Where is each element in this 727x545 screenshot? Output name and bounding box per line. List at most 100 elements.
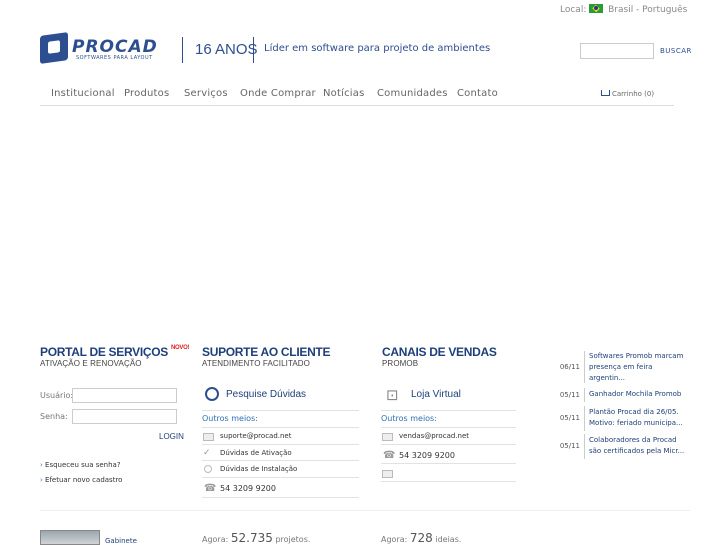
- phone-icon: ☎: [204, 483, 217, 494]
- counter-prefix: Agora:: [381, 535, 408, 544]
- sales-other-label: Outros meios:: [381, 414, 437, 423]
- portal-subtitle: ATIVAÇÃO E RENOVAÇÃO: [40, 359, 142, 368]
- procad-logo[interactable]: PROCAD SOFTWARES PARA LAYOUT: [40, 32, 175, 64]
- divider: [381, 427, 516, 428]
- sales-phone: 54 3209 9200: [399, 451, 455, 460]
- search-doubts-link[interactable]: Pesquise Dúvidas: [226, 389, 306, 400]
- locale-value: Brasil - Português: [608, 5, 688, 15]
- header-divider: [182, 37, 183, 63]
- news-divider: [584, 434, 585, 459]
- gabinete-thumbnail[interactable]: [40, 530, 100, 545]
- news-divider: [584, 351, 585, 383]
- portal-title: PORTAL DE SERVIÇOS NOVO!: [40, 345, 189, 359]
- phone-icon: ☎: [383, 450, 396, 461]
- ideas-count: 728: [409, 531, 433, 545]
- slogan: Líder em software para projeto de ambien…: [264, 43, 491, 54]
- news-item[interactable]: Softwares Promob marcam presença em feir…: [589, 351, 689, 384]
- projects-count: 52.735: [230, 531, 273, 545]
- support-subtitle: ATENDIMENTO FACILITADO: [202, 359, 310, 368]
- sales-email-link[interactable]: vendas@procad.net: [399, 432, 469, 440]
- logo-word: PROCAD: [72, 37, 158, 57]
- cart-icon: [601, 90, 610, 96]
- cart-label: Carrinho (0): [612, 90, 655, 98]
- nav-item-contato[interactable]: Contato: [457, 88, 498, 99]
- divider: [381, 463, 516, 464]
- divider: [202, 444, 359, 445]
- arrow-icon: ›: [40, 476, 43, 484]
- support-other-label: Outros meios:: [202, 414, 258, 423]
- sales-section: CANAIS DE VENDAS PROMOB: [382, 345, 497, 368]
- counter-suffix: ideias.: [435, 535, 462, 544]
- counter-prefix: Agora:: [202, 535, 229, 544]
- news-date: 06/11: [559, 363, 580, 371]
- sales-subtitle: PROMOB: [382, 359, 419, 368]
- arrow-icon: ›: [40, 461, 43, 469]
- install-link[interactable]: Dúvidas de Instalação: [220, 465, 297, 473]
- portal-title-text: PORTAL DE SERVIÇOS: [40, 345, 168, 359]
- register-label: Efetuar novo cadastro: [45, 476, 123, 484]
- nav-item-institucional[interactable]: Institucional: [51, 88, 115, 99]
- brazil-flag-icon: [589, 4, 604, 13]
- header-divider: [253, 37, 254, 63]
- support-title: SUPORTE AO CLIENTE: [202, 345, 331, 359]
- nav-item-produtos[interactable]: Produtos: [124, 88, 169, 99]
- envelope-icon: [203, 433, 214, 441]
- sales-title: CANAIS DE VENDAS: [382, 345, 497, 359]
- virtual-store-link[interactable]: Loja Virtual: [411, 389, 461, 400]
- activation-link[interactable]: Dúvidas de Ativação: [220, 449, 292, 457]
- search-input[interactable]: [580, 43, 654, 59]
- envelope-icon: [382, 470, 393, 478]
- divider: [202, 427, 359, 428]
- locale-label: Local:: [560, 5, 587, 15]
- nav-item-onde-comprar[interactable]: Onde Comprar: [240, 88, 316, 99]
- divider: [202, 410, 359, 411]
- shopping-cart-icon: ⊡: [386, 386, 399, 404]
- divider: [381, 481, 516, 482]
- nav-item-noticias[interactable]: Notícias: [323, 88, 365, 99]
- main-nav: Institucional Produtos Serviços Onde Com…: [40, 86, 674, 106]
- procad-cube-icon: [40, 32, 68, 64]
- search-button[interactable]: BUSCAR: [660, 47, 692, 55]
- section-divider: [40, 510, 690, 511]
- install-icon: [204, 465, 212, 473]
- divider: [381, 444, 516, 445]
- search-doubts-icon: [205, 387, 219, 401]
- forgot-password-link[interactable]: › Esqueceu sua senha?: [40, 461, 121, 469]
- check-icon: ✓: [203, 448, 211, 458]
- login-button[interactable]: LOGIN: [159, 432, 184, 441]
- divider: [381, 410, 516, 411]
- support-phone: 54 3209 9200: [220, 484, 276, 493]
- anos-label: 16 ANOS: [195, 41, 258, 58]
- support-email-link[interactable]: suporte@procad.net: [220, 432, 291, 440]
- news-item[interactable]: Colaboradores da Procad são certificados…: [589, 435, 689, 457]
- news-date: 05/11: [559, 414, 580, 422]
- divider: [202, 460, 359, 461]
- forgot-label: Esqueceu sua senha?: [45, 461, 121, 469]
- news-item[interactable]: Plantão Procad dia 26/05. Motivo: feriad…: [589, 407, 689, 429]
- ideas-counter: Agora: 728 ideias.: [381, 531, 461, 545]
- news-divider: [584, 406, 585, 431]
- locale-selector[interactable]: Local: Brasil - Português: [560, 4, 687, 15]
- news-divider: [584, 388, 585, 402]
- news-date: 05/11: [559, 442, 580, 450]
- password-label: Senha:: [40, 412, 68, 421]
- nav-item-servicos[interactable]: Serviços: [184, 88, 228, 99]
- news-item[interactable]: Ganhador Mochila Promob: [589, 389, 689, 400]
- portal-section: PORTAL DE SERVIÇOS NOVO! ATIVAÇÃO E RENO…: [40, 345, 189, 368]
- divider: [202, 477, 359, 478]
- nav-item-comunidades[interactable]: Comunidades: [377, 88, 448, 99]
- password-field[interactable]: [72, 409, 177, 424]
- logo-tagline: SOFTWARES PARA LAYOUT: [76, 55, 153, 61]
- projects-counter: Agora: 52.735 projetos.: [202, 531, 310, 545]
- register-link[interactable]: › Efetuar novo cadastro: [40, 476, 122, 484]
- user-field[interactable]: [72, 388, 177, 403]
- news-date: 05/11: [559, 391, 580, 399]
- gabinete-label[interactable]: Gabinete: [105, 537, 137, 545]
- support-section: SUPORTE AO CLIENTE ATENDIMENTO FACILITAD…: [202, 345, 330, 368]
- novo-badge: NOVO!: [171, 345, 190, 351]
- divider: [202, 497, 359, 498]
- cart-link[interactable]: Carrinho (0): [601, 90, 654, 98]
- user-label: Usuário:: [40, 391, 74, 400]
- envelope-icon: [382, 433, 393, 441]
- counter-suffix: projetos.: [275, 535, 311, 544]
